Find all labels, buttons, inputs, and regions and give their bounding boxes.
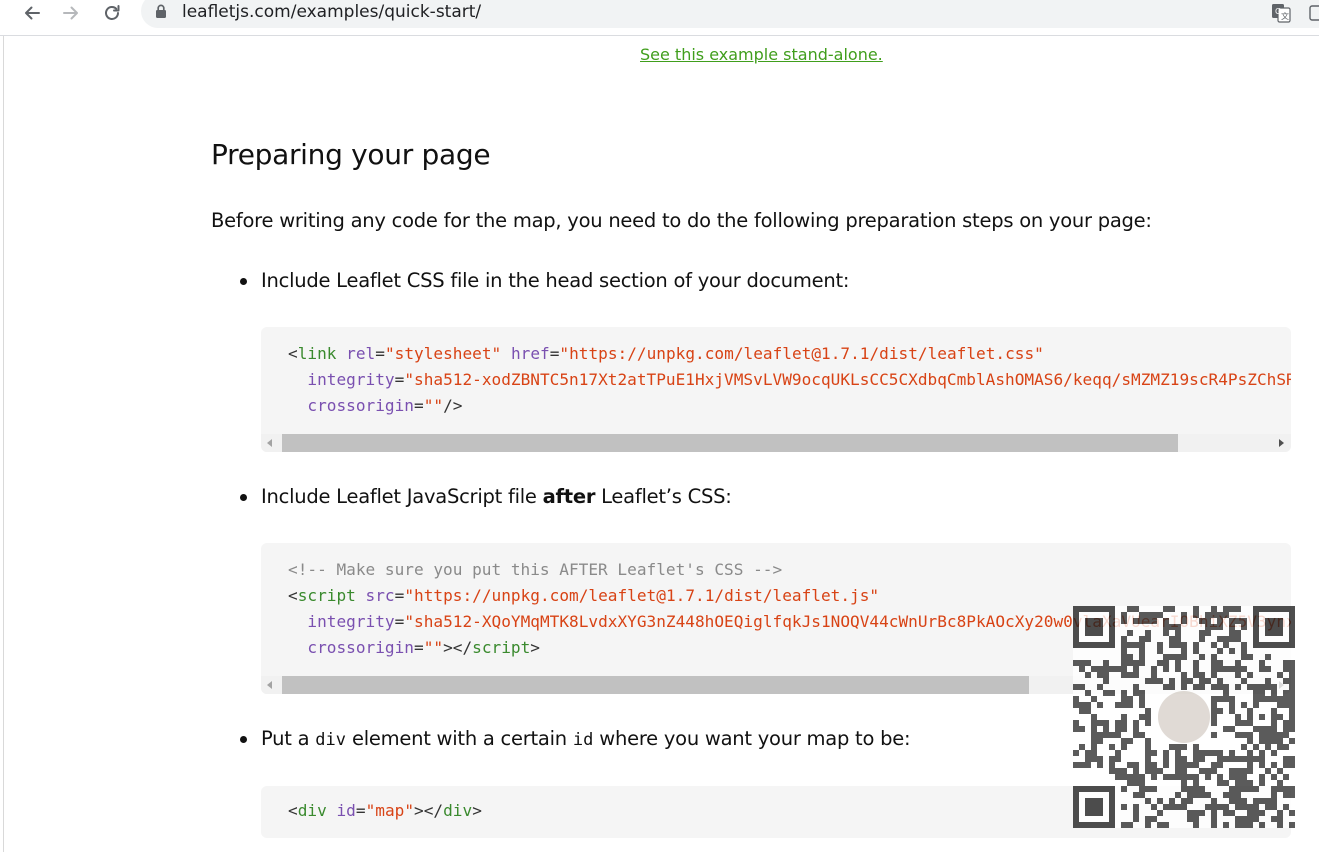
step-text: Put a — [261, 727, 316, 750]
horizontal-scrollbar[interactable] — [261, 434, 1291, 452]
code-token: crossorigin — [307, 638, 414, 657]
scroll-left-icon[interactable] — [267, 681, 272, 689]
code-token: /> — [443, 396, 463, 415]
svg-text:文: 文 — [1281, 11, 1289, 21]
step-text: Include Leaflet CSS file in the head sec… — [261, 269, 850, 292]
list-item: Include Leaflet JavaScript file after Le… — [240, 483, 732, 511]
code-token: "map" — [365, 801, 415, 820]
code-token: "sha512-xodZBNTC5n17Xt2atTPuE1HxjVMSvLVW… — [404, 370, 1291, 389]
code-token: > — [530, 638, 540, 657]
step-text: element with a certain — [346, 727, 573, 750]
step-emphasis: after — [542, 485, 596, 508]
code-token: < — [288, 344, 298, 363]
list-item: Put a div element with a certain id wher… — [239, 725, 911, 754]
code-token: "stylesheet" — [384, 344, 502, 363]
code-token: script — [297, 586, 356, 605]
code-token: div — [443, 801, 473, 820]
code-token: id — [336, 801, 356, 820]
code-token: > — [472, 801, 482, 820]
code-line: integrity="sha512-xodZBNTC5n17Xt2atTPuE1… — [288, 367, 1291, 393]
arrow-left-icon — [25, 6, 40, 20]
step-text: Include Leaflet JavaScript file — [261, 485, 543, 508]
code-token: "" — [423, 638, 444, 657]
step-text: Leaflet’s CSS: — [595, 485, 732, 508]
translate-icon[interactable]: G 文 — [1271, 3, 1291, 23]
code-token: div — [297, 801, 327, 820]
code-token: src — [365, 586, 395, 605]
reload-icon — [105, 5, 120, 20]
code-content[interactable]: <div id="map"></div> — [288, 798, 482, 824]
code-token: < — [288, 586, 298, 605]
scroll-left-icon[interactable] — [267, 439, 272, 447]
scrollbar-thumb[interactable] — [282, 434, 1178, 452]
code-token: ></ — [414, 801, 444, 820]
back-button[interactable] — [17, 0, 47, 26]
code-token: < — [288, 801, 298, 820]
code-token: link — [297, 344, 337, 363]
code-line: <div id="map"></div> — [288, 798, 482, 824]
code-token: integrity — [307, 370, 395, 389]
inline-code: div — [315, 730, 346, 750]
code-token: = — [413, 396, 424, 415]
code-token: integrity — [307, 612, 395, 631]
code-token: = — [375, 344, 385, 363]
code-token: "https://unpkg.com/leaflet@1.7.1/dist/le… — [404, 586, 880, 605]
reload-button[interactable] — [97, 0, 127, 26]
code-token: = — [394, 370, 405, 389]
inline-code: id — [572, 730, 594, 750]
browser-toolbar: leafletjs.com/examples/quick-start/ G 文 — [0, 0, 1319, 36]
page-section-title: Preparing your page — [211, 138, 491, 171]
extension-icon[interactable] — [1309, 3, 1319, 23]
code-line: crossorigin=""/> — [288, 393, 1291, 419]
forward-button[interactable] — [56, 0, 86, 26]
code-token: ></ — [443, 638, 473, 657]
standalone-example-link[interactable]: See this example stand-alone. — [640, 44, 883, 66]
code-token: <!-- Make sure you put this AFTER Leafle… — [288, 560, 783, 579]
scrollbar-thumb[interactable] — [282, 676, 1029, 694]
code-token: = — [549, 344, 560, 363]
code-line: <link rel="stylesheet" href="https://unp… — [288, 341, 1291, 367]
qr-code-icon — [1073, 606, 1295, 828]
code-token: = — [355, 801, 366, 820]
arrow-right-icon — [63, 6, 78, 20]
url-text[interactable]: leafletjs.com/examples/quick-start/ — [182, 1, 481, 23]
code-content[interactable]: <link rel="stylesheet" href="https://unp… — [288, 341, 1291, 419]
code-token: "" — [423, 396, 444, 415]
qr-code-overlay[interactable] — [1073, 606, 1295, 828]
code-token: = — [413, 638, 424, 657]
scroll-right-icon[interactable] — [1279, 439, 1284, 447]
code-line: <!-- Make sure you put this AFTER Leafle… — [288, 557, 1291, 583]
code-token: crossorigin — [307, 396, 414, 415]
window-edge — [3, 36, 4, 852]
code-token: "https://unpkg.com/leaflet@1.7.1/dist/le… — [559, 344, 1044, 363]
code-token: rel — [346, 344, 376, 363]
code-token: = — [394, 612, 405, 631]
code-token: href — [510, 344, 550, 363]
code-token: = — [394, 586, 405, 605]
intro-paragraph: Before writing any code for the map, you… — [211, 209, 1152, 232]
lock-icon[interactable] — [155, 4, 167, 19]
code-block-css[interactable]: <link rel="stylesheet" href="https://unp… — [261, 327, 1291, 452]
code-token: script — [472, 638, 531, 657]
step-text: where you want your map to be: — [593, 727, 911, 750]
list-item: Include Leaflet CSS file in the head sec… — [239, 267, 850, 295]
